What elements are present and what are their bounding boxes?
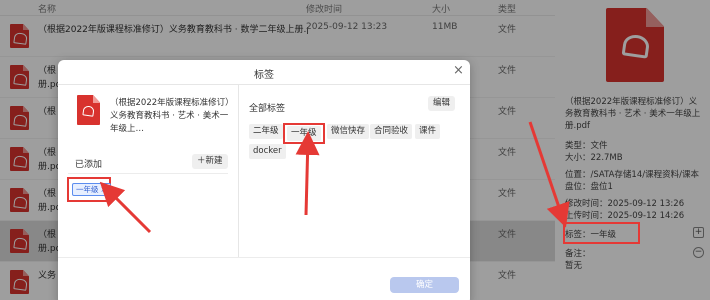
annotation-box-added-tag: 一年级 × [67, 177, 111, 202]
pdf-file-icon [77, 95, 100, 125]
tag-dialog: 标签 × （根据2022年版课程标准修订）义务教育教科书 · 艺术 · 美术一年… [58, 60, 470, 300]
dialog-title: 标签 [254, 70, 274, 81]
all-tags-label: 全部标签 [249, 104, 286, 114]
confirm-button[interactable]: 确定 [390, 277, 459, 293]
tag-option[interactable]: 合同验收 [370, 124, 413, 139]
tag-option[interactable]: 二年级 [249, 124, 283, 139]
tag-option[interactable]: 课件 [415, 124, 441, 139]
tag-option-selected[interactable]: 一年级 [287, 126, 321, 141]
added-tag-chip[interactable]: 一年级 × [72, 183, 111, 196]
dialog-footer-divider [58, 257, 470, 258]
dialog-file-title: （根据2022年版课程标准修订）义务教育教科书 · 艺术 · 美术一年级上… [110, 98, 234, 134]
added-tags-label: 已添加 [75, 160, 103, 170]
added-divider [68, 173, 228, 174]
edit-tags-button[interactable]: 编辑 [428, 96, 456, 111]
file-tags-pane: （根据2022年版课程标准修订）义务教育教科书 · 艺术 · 美术一年级上… 已… [58, 85, 236, 257]
new-tag-button[interactable]: ＋新建 [192, 154, 228, 169]
annotation-box-detail-tags [563, 222, 640, 244]
close-icon[interactable]: × [453, 63, 464, 78]
tag-option[interactable]: docker [249, 144, 286, 159]
remove-tag-icon[interactable]: × [101, 185, 107, 194]
all-tags-pane: 全部标签 编辑 二年级 一年级 微信快存 合同验收 课件 docker [238, 85, 470, 257]
tag-option[interactable]: 微信快存 [327, 124, 370, 139]
added-tag-label: 一年级 [76, 185, 99, 194]
